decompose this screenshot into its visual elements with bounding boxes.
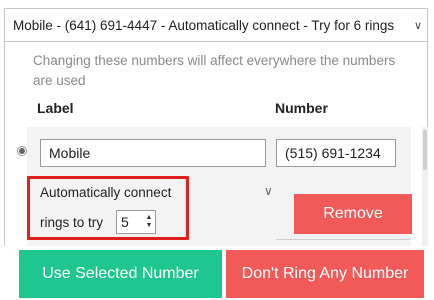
remove-button[interactable]: Remove (294, 194, 412, 234)
connect-settings-highlight: Automatically connect rings to try 5 ▲ ▼ (27, 176, 189, 240)
rings-value: 5 (121, 214, 129, 230)
rings-label: rings to try (40, 215, 104, 230)
stepper-arrows-icon[interactable]: ▲ ▼ (143, 214, 155, 230)
rings-stepper[interactable]: 5 ▲ ▼ (116, 210, 156, 234)
row-select-radio[interactable] (17, 146, 27, 156)
notice-text: Changing these numbers will affect every… (33, 53, 396, 88)
dont-ring-any-number-button[interactable]: Don't Ring Any Number (226, 250, 424, 298)
scrollbar-thumb[interactable] (423, 130, 427, 170)
label-column-header: Label (37, 100, 74, 116)
connect-mode-select[interactable]: Automatically connect (40, 185, 171, 200)
chevron-down-icon[interactable]: ∨ (411, 19, 425, 32)
number-column-header: Number (275, 100, 328, 116)
divider (276, 239, 411, 240)
use-selected-number-button[interactable]: Use Selected Number (19, 250, 222, 298)
number-input[interactable]: (515) 691-1234 (276, 139, 396, 167)
label-input[interactable]: Mobile (40, 139, 266, 167)
chevron-down-icon[interactable]: ∨ (264, 184, 273, 198)
phone-number-select[interactable]: Mobile - (641) 691-4447 - Automatically … (4, 8, 428, 42)
selected-number-text: Mobile - (641) 691-4447 - Automatically … (13, 17, 395, 33)
radio-dot-icon (19, 148, 25, 154)
